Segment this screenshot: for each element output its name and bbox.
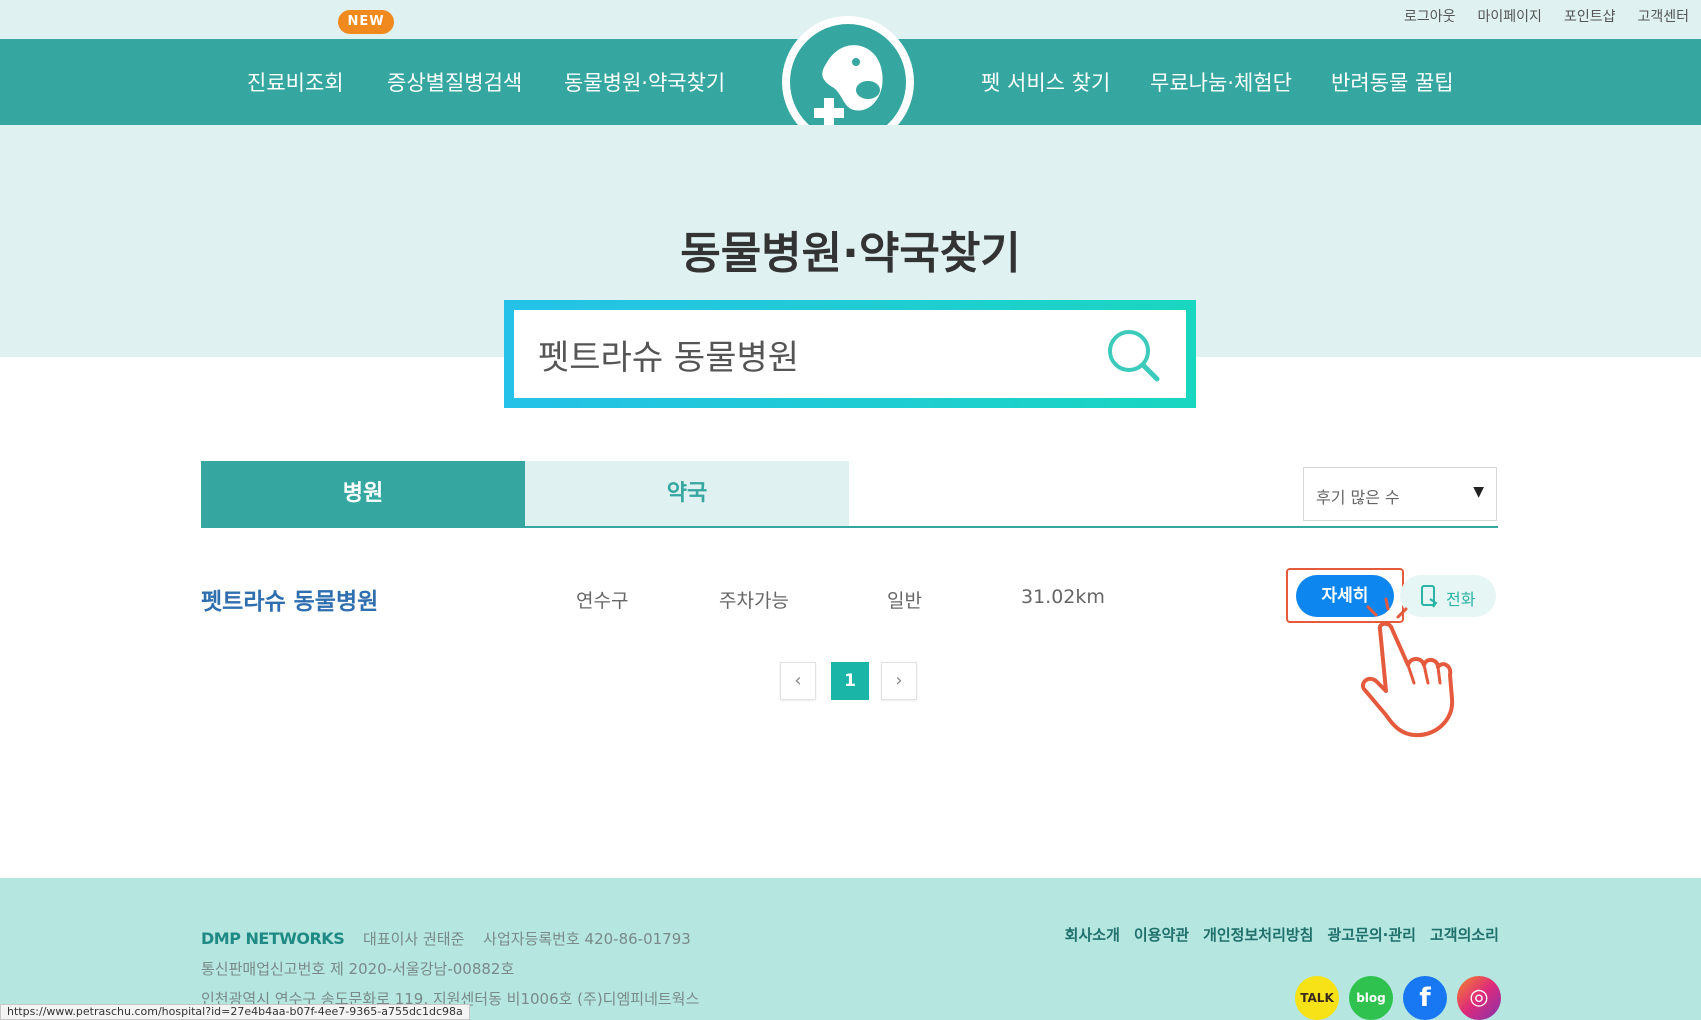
dog-plus-logo-icon xyxy=(790,24,906,140)
nav-pet-tips[interactable]: 반려동물 꿀팁 xyxy=(1331,67,1454,97)
tab-pharmacy[interactable]: 약국 xyxy=(525,461,849,527)
search-icon[interactable] xyxy=(1104,326,1162,384)
pagination-next-button[interactable]: › xyxy=(881,662,917,700)
hospital-parking: 주차가능 xyxy=(719,590,789,612)
browser-status-url: https://www.petraschu.com/hospital?id=27… xyxy=(0,1004,470,1020)
customer-center-link[interactable]: 고객센터 xyxy=(1637,6,1689,26)
nav-pet-service[interactable]: 펫 서비스 찾기 xyxy=(981,67,1110,97)
nav-symptom-search[interactable]: 증상별질병검색 xyxy=(387,67,522,97)
footer-link-ads[interactable]: 광고문의·관리 xyxy=(1327,924,1416,945)
footer-company-name: DMP NETWORKS xyxy=(201,929,345,948)
hand-pointer-icon xyxy=(1361,597,1455,738)
search-frame xyxy=(504,300,1196,408)
dropdown-arrow-icon: ▼ xyxy=(1473,484,1484,500)
logout-link[interactable]: 로그아웃 xyxy=(1404,6,1456,26)
mypage-link[interactable]: 마이페이지 xyxy=(1478,6,1542,26)
nav-free-share[interactable]: 무료나눔·체험단 xyxy=(1150,67,1292,97)
hospital-type: 일반 xyxy=(887,590,922,612)
hospital-name-link[interactable]: 펫트라슈 동물병원 xyxy=(201,582,378,616)
hospital-distance: 31.02km xyxy=(1021,586,1105,608)
sort-selected-value: 후기 많은 수 xyxy=(1316,488,1400,507)
footer-company-info: DMP NETWORKS 대표이사 권태준 사업자등록번호 420-86-017… xyxy=(201,928,691,949)
blog-icon[interactable]: blog xyxy=(1349,976,1393,1020)
pagination-prev-button[interactable]: ‹ xyxy=(780,662,816,700)
footer-links: 회사소개 이용약관 개인정보처리방침 광고문의·관리 고객의소리 xyxy=(1065,924,1499,945)
footer-link-terms[interactable]: 이용약관 xyxy=(1134,924,1189,945)
search-box xyxy=(514,310,1186,398)
tabs-underline xyxy=(201,526,1498,528)
footer-mail-order-number: 통신판매업신고번호 제 2020-서울강남-00882호 xyxy=(201,960,515,978)
top-links: 로그아웃 마이페이지 포인트샵 고객센터 xyxy=(1404,6,1689,26)
facebook-icon[interactable]: f xyxy=(1403,976,1447,1020)
new-badge: NEW xyxy=(338,10,394,34)
tab-hospital[interactable]: 병원 xyxy=(201,461,525,527)
kakao-talk-icon[interactable]: TALK xyxy=(1295,976,1339,1020)
footer-link-about[interactable]: 회사소개 xyxy=(1065,924,1120,945)
pointshop-link[interactable]: 포인트샵 xyxy=(1564,6,1616,26)
nav-hospital-pharmacy[interactable]: 동물병원·약국찾기 xyxy=(564,67,725,97)
footer-ceo: 대표이사 권태준 xyxy=(363,930,465,948)
page-title: 동물병원·약국찾기 xyxy=(680,228,1021,279)
footer-link-privacy[interactable]: 개인정보처리방침 xyxy=(1203,924,1313,945)
instagram-icon[interactable]: ◎ xyxy=(1457,976,1501,1020)
footer-biz-number: 사업자등록번호 420-86-01793 xyxy=(483,930,691,948)
nav-cost-lookup[interactable]: 진료비조회 xyxy=(247,67,344,97)
sort-select[interactable]: 후기 많은 수 ▼ xyxy=(1303,467,1497,521)
hospital-district: 연수구 xyxy=(576,590,629,612)
search-input[interactable] xyxy=(538,326,1098,382)
footer-link-voice[interactable]: 고객의소리 xyxy=(1430,924,1499,945)
pagination-page-current[interactable]: 1 xyxy=(831,662,869,700)
